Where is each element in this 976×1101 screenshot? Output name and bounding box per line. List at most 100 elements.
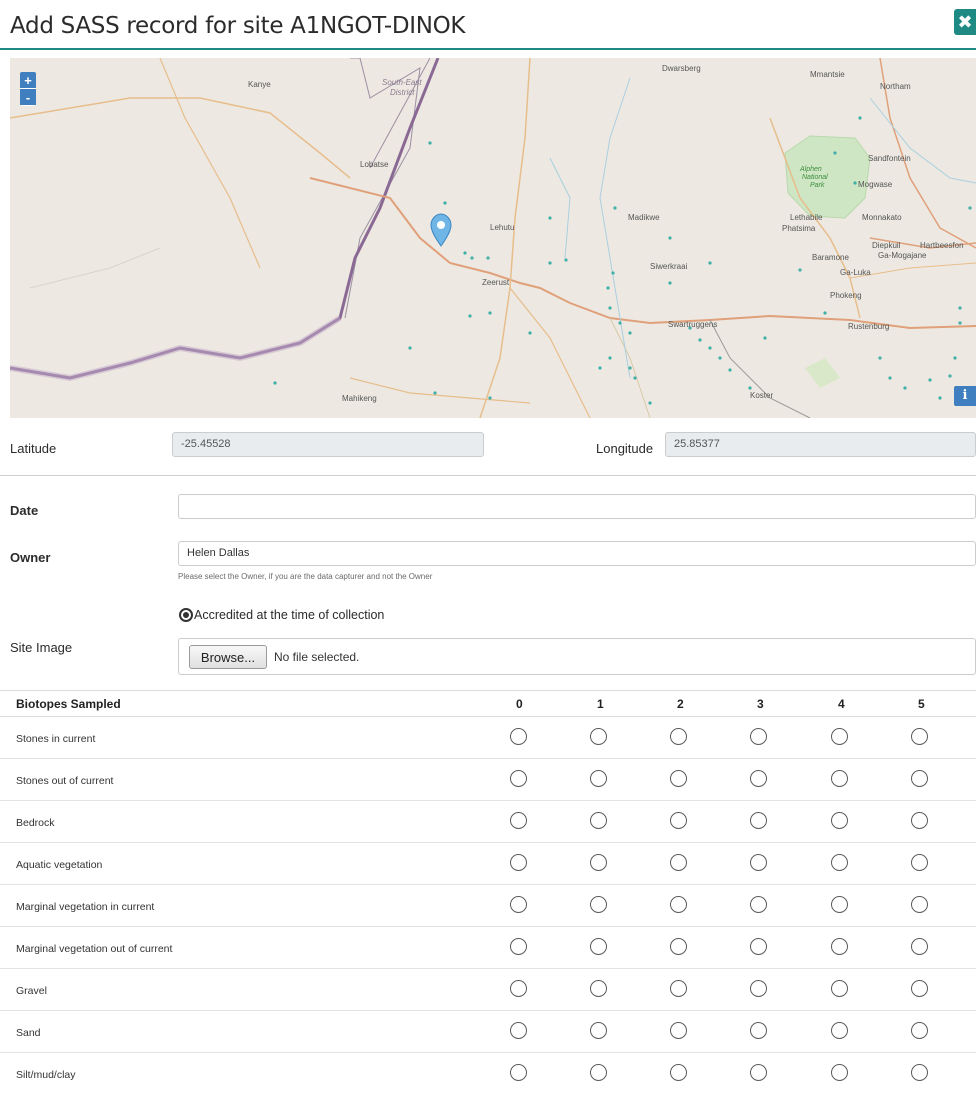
- rating-radio-2[interactable]: [670, 896, 687, 913]
- rating-radio-3[interactable]: [750, 938, 767, 955]
- rating-radio-1[interactable]: [590, 980, 607, 997]
- rating-radio-4[interactable]: [831, 1064, 848, 1081]
- rating-radio-1[interactable]: [590, 812, 607, 829]
- rating-radio-0[interactable]: [510, 896, 527, 913]
- map-label: Baramone: [812, 253, 849, 262]
- map-label: Mahikeng: [342, 394, 377, 403]
- column-header-3: 3: [757, 697, 764, 711]
- rating-radio-2[interactable]: [670, 1022, 687, 1039]
- close-button[interactable]: ✖: [954, 9, 976, 35]
- accredited-radio[interactable]: [179, 608, 193, 622]
- rating-radio-3[interactable]: [750, 854, 767, 871]
- rating-radio-4[interactable]: [831, 938, 848, 955]
- latitude-label: Latitude: [10, 441, 57, 456]
- biotope-label: Bedrock: [16, 817, 55, 829]
- rating-radio-4[interactable]: [831, 854, 848, 871]
- map-label: Alphen: [800, 166, 822, 173]
- rating-radio-4[interactable]: [831, 1022, 848, 1039]
- rating-radio-2[interactable]: [670, 770, 687, 787]
- map-label: South-East: [382, 78, 422, 87]
- site-image-input[interactable]: Browse... No file selected.: [178, 638, 976, 675]
- rating-radio-1[interactable]: [590, 1022, 607, 1039]
- column-header-1: 1: [597, 697, 604, 711]
- map-label: Hartbeesfon: [920, 241, 964, 250]
- rating-radio-3[interactable]: [750, 728, 767, 745]
- biotope-label: Marginal vegetation in current: [16, 901, 155, 913]
- map-label: Mogwase: [858, 180, 893, 189]
- rating-radio-0[interactable]: [510, 770, 527, 787]
- accredited-label: Accredited at the time of collection: [194, 608, 385, 622]
- rating-radio-3[interactable]: [750, 1022, 767, 1039]
- rating-radio-2[interactable]: [670, 938, 687, 955]
- biotope-label: Silt/mud/clay: [16, 1069, 76, 1081]
- rating-radio-3[interactable]: [750, 1064, 767, 1081]
- rating-radio-2[interactable]: [670, 1064, 687, 1081]
- date-label: Date: [10, 503, 39, 518]
- rating-radio-3[interactable]: [750, 812, 767, 829]
- rating-radio-5[interactable]: [911, 770, 928, 787]
- rating-radio-1[interactable]: [590, 938, 607, 955]
- rating-radio-1[interactable]: [590, 770, 607, 787]
- biotope-label: Gravel: [16, 985, 47, 997]
- map-label: Ga-Luka: [840, 268, 871, 277]
- rating-radio-3[interactable]: [750, 896, 767, 913]
- owner-value: Helen Dallas: [187, 547, 250, 559]
- rating-radio-0[interactable]: [510, 938, 527, 955]
- rating-radio-5[interactable]: [911, 980, 928, 997]
- rating-radio-1[interactable]: [590, 896, 607, 913]
- zoom-in-button[interactable]: +: [20, 72, 36, 89]
- rating-radio-0[interactable]: [510, 1022, 527, 1039]
- map-info-button[interactable]: i: [954, 386, 976, 406]
- map-label: Northam: [880, 82, 911, 91]
- rating-radio-4[interactable]: [831, 980, 848, 997]
- owner-help-text: Please select the Owner, if you are the …: [178, 572, 433, 581]
- table-row: Gravel: [0, 969, 976, 1011]
- modal-header: Add SASS record for site A1NGOT-DINOK ✖: [0, 0, 976, 50]
- rating-radio-4[interactable]: [831, 770, 848, 787]
- owner-field[interactable]: Helen Dallas: [178, 541, 976, 566]
- biotopes-table-header: Biotopes Sampled 0 1 2 3 4 5: [0, 690, 976, 717]
- rating-radio-1[interactable]: [590, 1064, 607, 1081]
- map-label: District: [390, 88, 415, 97]
- rating-radio-0[interactable]: [510, 980, 527, 997]
- rating-radio-0[interactable]: [510, 1064, 527, 1081]
- rating-radio-5[interactable]: [911, 854, 928, 871]
- rating-radio-5[interactable]: [911, 728, 928, 745]
- site-map[interactable]: + - i Kanye South-East District Lobatse …: [10, 58, 976, 418]
- rating-radio-5[interactable]: [911, 812, 928, 829]
- browse-button[interactable]: Browse...: [189, 645, 267, 669]
- rating-radio-0[interactable]: [510, 812, 527, 829]
- map-label: Kanye: [248, 80, 271, 89]
- map-label: Phokeng: [830, 291, 862, 300]
- page-title: Add SASS record for site A1NGOT-DINOK: [10, 13, 466, 39]
- map-label: Park: [810, 182, 825, 189]
- rating-radio-5[interactable]: [911, 938, 928, 955]
- map-label: Diepkuil: [872, 241, 901, 250]
- rating-radio-3[interactable]: [750, 770, 767, 787]
- rating-radio-0[interactable]: [510, 854, 527, 871]
- rating-radio-2[interactable]: [670, 812, 687, 829]
- table-row: Bedrock: [0, 801, 976, 843]
- map-label: Koster: [750, 391, 774, 400]
- rating-radio-4[interactable]: [831, 812, 848, 829]
- map-label: Zeerust: [482, 278, 510, 287]
- date-field[interactable]: [178, 494, 976, 519]
- rating-radio-2[interactable]: [670, 728, 687, 745]
- rating-radio-0[interactable]: [510, 728, 527, 745]
- divider: [0, 475, 976, 476]
- rating-radio-1[interactable]: [590, 728, 607, 745]
- map-label: Ga-Mogajane: [878, 251, 927, 260]
- rating-radio-1[interactable]: [590, 854, 607, 871]
- rating-radio-5[interactable]: [911, 1022, 928, 1039]
- rating-radio-2[interactable]: [670, 980, 687, 997]
- rating-radio-5[interactable]: [911, 1064, 928, 1081]
- site-marker-icon: [430, 213, 452, 247]
- zoom-out-button[interactable]: -: [20, 89, 36, 106]
- rating-radio-2[interactable]: [670, 854, 687, 871]
- column-header-0: 0: [516, 697, 523, 711]
- rating-radio-4[interactable]: [831, 728, 848, 745]
- rating-radio-5[interactable]: [911, 896, 928, 913]
- rating-radio-4[interactable]: [831, 896, 848, 913]
- rating-radio-3[interactable]: [750, 980, 767, 997]
- latitude-value: -25.45528: [181, 438, 231, 450]
